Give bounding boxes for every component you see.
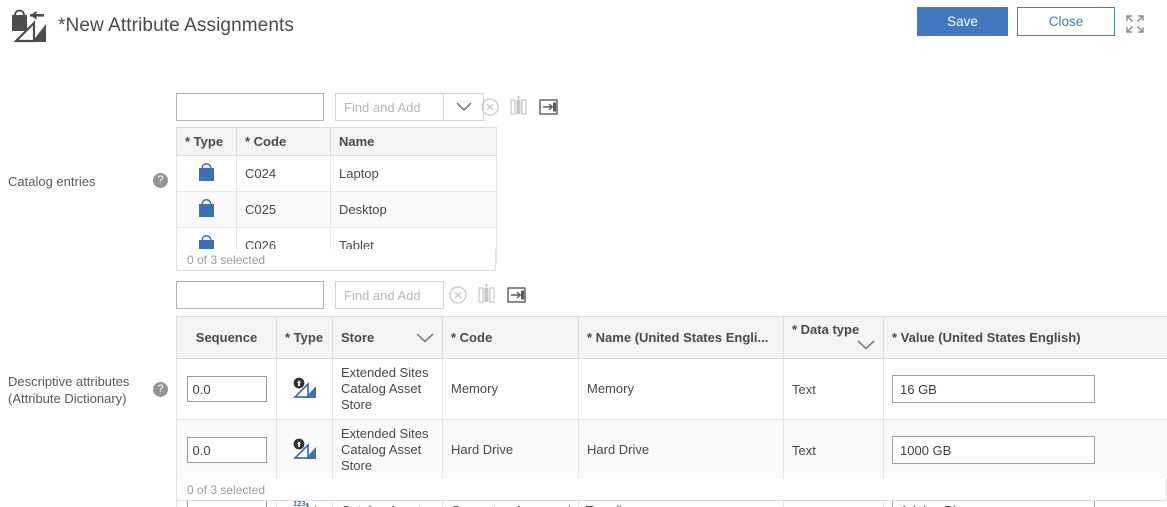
attribute-assignments-page: *New Attribute Assignments Save Close Ca… [0, 0, 1167, 507]
attribute-dictionary-icon [292, 448, 318, 463]
row-name-cell: Memory [579, 359, 784, 420]
catalog-entries-find-dropdown-chevron-down-icon[interactable] [444, 93, 484, 121]
catalog-entries-filter-columns-icon[interactable] [508, 95, 530, 119]
descriptive-attributes-export-icon[interactable] [506, 284, 528, 306]
column-header-data-type-label: * Data type [792, 322, 859, 337]
shopping-bag-icon [198, 198, 215, 221]
expand-icon[interactable] [1124, 13, 1146, 35]
column-header-sequence[interactable]: Sequence [177, 317, 277, 359]
value-input[interactable] [892, 436, 1095, 464]
descriptive-attributes-help-icon[interactable]: ? [153, 382, 168, 397]
sequence-input[interactable] [187, 376, 267, 402]
descriptive-attributes-search-input[interactable] [176, 281, 324, 309]
shopping-bag-icon [198, 162, 215, 185]
row-name-cell: Hard Drive [579, 420, 784, 481]
row-code-cell: C024 [237, 156, 331, 192]
attribute-dictionary-icon [292, 387, 318, 402]
catalog-asset-store-icon [8, 6, 52, 46]
table-row[interactable]: Extended Sites Catalog Asset Store Memor… [177, 359, 1167, 420]
column-header-value[interactable]: * Value (United States English) [884, 317, 1167, 359]
row-type-cell [177, 192, 237, 228]
row-store-cell: Extended Sites Catalog Asset Store [333, 359, 443, 420]
row-name-cell: Laptop [331, 156, 497, 192]
row-value-cell [884, 420, 1167, 481]
value-select-label: Adelee Plus [900, 503, 969, 507]
catalog-entries-toolbar [176, 93, 576, 121]
descriptive-attributes-status: 0 of 3 selected [176, 479, 1167, 501]
column-header-store[interactable]: Store [333, 317, 443, 359]
store-chevron-down-icon[interactable] [416, 331, 434, 346]
row-value-cell [884, 359, 1167, 420]
row-sequence-cell [177, 359, 277, 420]
row-type-cell [277, 359, 333, 420]
row-data-type-cell: Text [784, 420, 884, 481]
column-header-data-type[interactable]: * Data type [784, 317, 884, 359]
descriptive-attributes-clear-circle-x-icon[interactable] [447, 284, 469, 306]
row-sequence-cell [177, 420, 277, 481]
catalog-entries-status: 0 of 3 selected [176, 249, 496, 271]
table-row[interactable]: C024 Laptop [177, 156, 497, 192]
save-button[interactable]: Save [917, 7, 1008, 36]
catalog-entries-find-and-add-input[interactable] [335, 93, 444, 121]
descriptive-attributes-label-line1: Descriptive attributes [8, 373, 158, 390]
descriptive-attributes-find-and-add-input[interactable] [335, 281, 444, 309]
value-input[interactable] [892, 375, 1095, 403]
row-type-cell [277, 420, 333, 481]
column-header-store-label: Store [341, 330, 374, 345]
descriptive-attributes-toolbar [176, 281, 576, 309]
sequence-input[interactable] [187, 437, 267, 463]
page-header: *New Attribute Assignments Save Close [0, 0, 1167, 55]
catalog-entries-header-row: * Type * Code Name [177, 128, 497, 156]
descriptive-attributes-filter-columns-icon[interactable] [476, 283, 498, 307]
row-name-cell: Desktop [331, 192, 497, 228]
row-store-cell: Extended Sites Catalog Asset Store [333, 420, 443, 481]
catalog-entries-search-input[interactable] [176, 93, 324, 121]
catalog-entries-table: * Type * Code Name C024 Laptop [176, 127, 497, 264]
row-code-cell: Hard Drive [443, 420, 579, 481]
table-row[interactable]: Extended Sites Catalog Asset Store Hard … [177, 420, 1167, 481]
column-header-name[interactable]: * Name (United States Engli... [579, 317, 784, 359]
column-header-code[interactable]: * Code [443, 317, 579, 359]
catalog-entries-clear-circle-x-icon[interactable] [479, 96, 501, 118]
descriptive-attributes-label-line2: (Attribute Dictionary) [8, 390, 158, 407]
table-row[interactable]: C025 Desktop [177, 192, 497, 228]
catalog-entries-export-icon[interactable] [538, 96, 560, 118]
descriptive-attributes-header-row: Sequence * Type Store * Code * Name (Uni… [177, 317, 1167, 359]
column-header-name[interactable]: Name [331, 128, 497, 156]
column-header-type[interactable]: * Type [277, 317, 333, 359]
descriptive-attributes-label: Descriptive attributes (Attribute Dictio… [8, 373, 158, 407]
row-data-type-cell: Text [784, 359, 884, 420]
row-code-cell: C025 [237, 192, 331, 228]
catalog-entries-help-icon[interactable]: ? [153, 173, 168, 188]
data-type-chevron-down-icon[interactable] [857, 338, 875, 353]
catalog-entries-label: Catalog entries [8, 173, 158, 190]
close-button[interactable]: Close [1017, 7, 1115, 36]
column-header-code[interactable]: * Code [237, 128, 331, 156]
row-code-cell: Memory [443, 359, 579, 420]
page-title: *New Attribute Assignments [58, 15, 294, 37]
column-header-type[interactable]: * Type [177, 128, 237, 156]
row-type-cell [177, 156, 237, 192]
